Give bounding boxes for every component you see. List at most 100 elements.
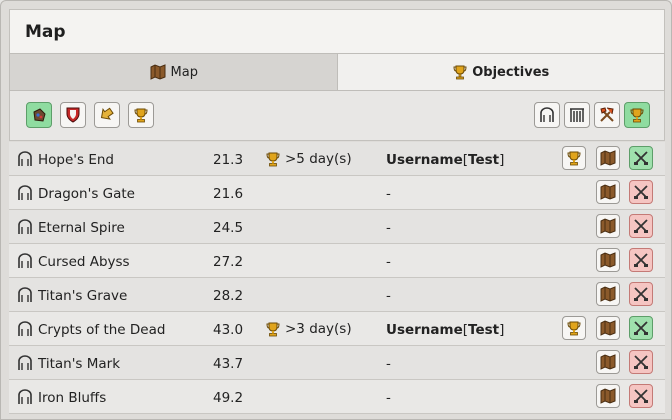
row-map-button[interactable]	[596, 350, 620, 374]
arrow-sign-icon	[100, 107, 114, 120]
row-map-button[interactable]	[596, 316, 620, 340]
filter-shield-button[interactable]	[60, 102, 86, 128]
crossed-swords-icon	[634, 389, 648, 403]
scroll-map-icon	[600, 388, 616, 404]
list-item[interactable]: Crypts of the Dead 43.0 >3 day(s) Userna…	[9, 312, 665, 346]
row-trophy-button[interactable]	[562, 316, 586, 340]
row-map-button[interactable]	[596, 146, 620, 170]
filter-arrow-sign-button[interactable]	[94, 102, 120, 128]
location-name: Iron Bluffs	[38, 390, 107, 406]
tab-objectives-label: Objectives	[472, 64, 550, 80]
owner-label: -	[386, 254, 391, 270]
tab-map-label: Map	[170, 64, 198, 80]
list-item[interactable]: Eternal Spire 24.5 -	[9, 210, 665, 244]
hammer-pick-icon	[600, 107, 614, 122]
location-name: Hope's End	[38, 152, 114, 168]
filter-objectives-trophy-button[interactable]	[624, 102, 650, 128]
tab-objectives[interactable]: Objectives	[337, 54, 664, 90]
crossed-swords-icon	[634, 253, 648, 267]
tab-bar: Map Objectives	[9, 53, 665, 91]
row-map-button[interactable]	[596, 384, 620, 408]
trophy-icon	[453, 65, 467, 80]
row-map-button[interactable]	[596, 180, 620, 204]
trophy-icon	[567, 321, 581, 336]
owner-label: -	[386, 288, 391, 304]
list-item[interactable]: Cursed Abyss 27.2 -	[9, 244, 665, 278]
crossed-swords-icon	[634, 321, 648, 335]
crossed-swords-icon	[634, 151, 648, 165]
owner-tag: Test	[468, 152, 500, 168]
owner-label: Username[Test]	[386, 152, 505, 168]
row-map-button[interactable]	[596, 248, 620, 272]
trophy-icon	[630, 108, 644, 123]
ruins-icon	[16, 252, 34, 274]
filter-hammer-pick-button[interactable]	[594, 102, 620, 128]
scroll-map-icon	[600, 320, 616, 336]
location-value: 28.2	[213, 288, 244, 304]
owner-label: -	[386, 390, 391, 406]
list-item[interactable]: Titan's Mark 43.7 -	[9, 346, 665, 380]
row-status-button[interactable]	[629, 248, 653, 272]
location-name: Crypts of the Dead	[38, 322, 166, 338]
objectives-list: Hope's End 21.3 >5 day(s) Username[Test]…	[9, 142, 665, 414]
location-name: Titan's Mark	[38, 356, 121, 372]
objective-duration: >5 day(s)	[285, 151, 352, 167]
row-status-button[interactable]	[629, 146, 653, 170]
owner-label: -	[386, 220, 391, 236]
list-item[interactable]: Titan's Grave 28.2 -	[9, 278, 665, 312]
location-name: Titan's Grave	[38, 288, 128, 304]
scroll-map-icon	[150, 64, 166, 80]
row-status-button[interactable]	[629, 350, 653, 374]
crossed-swords-icon	[634, 219, 648, 233]
location-value: 21.3	[213, 152, 244, 168]
row-status-button[interactable]	[629, 282, 653, 306]
ruins-icon	[16, 286, 34, 308]
tab-map[interactable]: Map	[10, 54, 338, 90]
location-name: Eternal Spire	[38, 220, 125, 236]
scroll-map-icon	[600, 286, 616, 302]
crossed-swords-icon	[634, 185, 648, 199]
row-status-button[interactable]	[629, 180, 653, 204]
row-trophy-button[interactable]	[562, 146, 586, 170]
location-name: Dragon's Gate	[38, 186, 135, 202]
scroll-map-icon	[600, 184, 616, 200]
row-map-button[interactable]	[596, 282, 620, 306]
trophy-icon	[266, 152, 280, 167]
ruins-icon	[16, 150, 34, 172]
scroll-map-icon	[600, 218, 616, 234]
location-value: 24.5	[213, 220, 244, 236]
location-value: 27.2	[213, 254, 244, 270]
row-status-button[interactable]	[629, 384, 653, 408]
filter-gate-button[interactable]	[564, 102, 590, 128]
filter-ruins-button[interactable]	[534, 102, 560, 128]
scroll-map-icon	[600, 354, 616, 370]
row-status-button[interactable]	[629, 214, 653, 238]
ruins-icon	[16, 320, 34, 342]
gate-icon	[570, 108, 584, 122]
ruins-icon	[16, 218, 34, 240]
list-item[interactable]: Hope's End 21.3 >5 day(s) Username[Test]	[9, 142, 665, 176]
gem-bag-icon	[33, 108, 46, 122]
crossed-swords-icon	[634, 355, 648, 369]
shield-icon	[66, 107, 80, 123]
owner-tag: Test	[468, 322, 500, 338]
ruins-icon	[16, 354, 34, 376]
scroll-map-icon	[600, 252, 616, 268]
filter-trophy-button[interactable]	[128, 102, 154, 128]
ruins-icon	[16, 184, 34, 206]
objective-timer: >3 day(s)	[265, 321, 352, 337]
location-value: 43.0	[213, 322, 244, 338]
owner-label: -	[386, 356, 391, 372]
row-map-button[interactable]	[596, 214, 620, 238]
window-title: Map	[25, 22, 66, 42]
scroll-map-icon	[600, 150, 616, 166]
row-status-button[interactable]	[629, 316, 653, 340]
owner-label: Username[Test]	[386, 322, 505, 338]
list-item[interactable]: Iron Bluffs 49.2 -	[9, 380, 665, 414]
trophy-icon	[567, 151, 581, 166]
list-item[interactable]: Dragon's Gate 21.6 -	[9, 176, 665, 210]
objective-duration: >3 day(s)	[285, 321, 352, 337]
location-name: Cursed Abyss	[38, 254, 130, 270]
filter-gem-bag-button[interactable]	[26, 102, 52, 128]
map-window: Map Map Objectives Hope's End 21.3 >5 da…	[0, 0, 672, 420]
